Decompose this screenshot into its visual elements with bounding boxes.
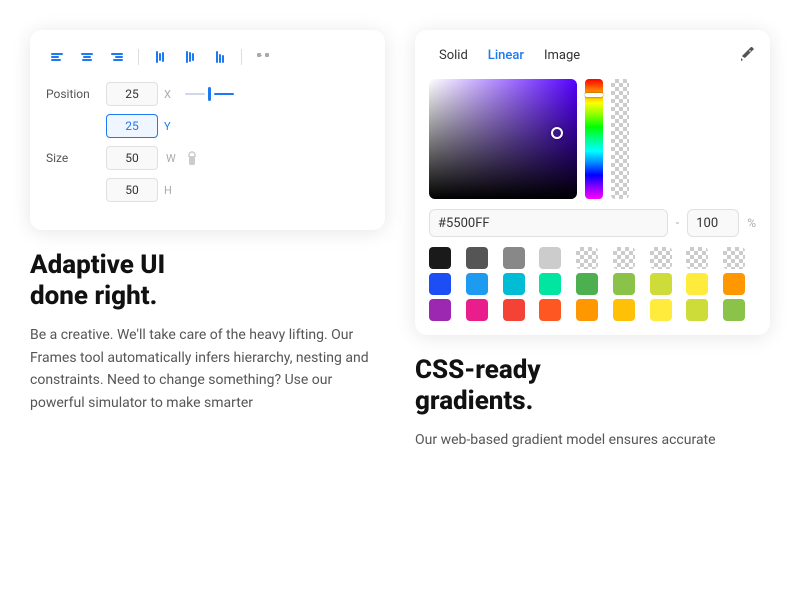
position-row: Position 25 X xyxy=(46,82,369,106)
css-heading-line1: CSS-ready xyxy=(415,355,541,385)
align-right-icon[interactable] xyxy=(106,46,128,68)
swatch-amber[interactable] xyxy=(613,299,635,321)
heading-line1: Adaptive UI xyxy=(30,250,165,280)
size-h-field: 50 H xyxy=(106,178,172,202)
eyedropper-button[interactable] xyxy=(738,45,756,67)
size-h-container xyxy=(208,146,218,170)
align-top-icon[interactable] xyxy=(149,46,171,68)
align-center-icon[interactable] xyxy=(76,46,98,68)
toolbar-separator-2 xyxy=(241,49,242,65)
align-bottom-icon[interactable] xyxy=(209,46,231,68)
lock-icon xyxy=(186,149,198,167)
position-align-visual xyxy=(185,87,234,101)
color-picker-box[interactable] xyxy=(429,79,577,199)
toolbar-icons xyxy=(46,46,369,68)
swatch-teal[interactable] xyxy=(539,273,561,295)
main-container: Position 25 X 25 xyxy=(0,0,800,600)
left-heading-text: Adaptive UI done right. xyxy=(30,250,385,312)
swatch-yellow[interactable] xyxy=(686,273,708,295)
swatch-transparent-1[interactable] xyxy=(576,247,598,269)
position-x-axis: X xyxy=(164,88,171,101)
swatch-orange-1[interactable] xyxy=(723,273,745,295)
left-body-text: Be a creative. We'll take care of the he… xyxy=(30,324,385,414)
swatch-dark-gray[interactable] xyxy=(466,247,488,269)
swatch-purple[interactable] xyxy=(429,299,451,321)
position-y-axis: Y xyxy=(164,120,171,133)
position-y-input[interactable]: 25 xyxy=(106,114,158,138)
swatch-deep-orange[interactable] xyxy=(539,299,561,321)
value-separator: - xyxy=(676,216,680,231)
tab-solid[interactable]: Solid xyxy=(429,44,478,67)
css-body-text: Our web-based gradient model ensures acc… xyxy=(415,429,770,451)
tab-linear[interactable]: Linear xyxy=(478,44,534,67)
size-h-axis: H xyxy=(164,184,172,197)
size-label: Size xyxy=(46,151,106,165)
swatch-transparent-3[interactable] xyxy=(650,247,672,269)
picker-cursor xyxy=(551,127,563,139)
swatch-transparent-4[interactable] xyxy=(686,247,708,269)
swatch-pink[interactable] xyxy=(466,299,488,321)
position-x-field: 25 X xyxy=(106,82,171,106)
size-fields: 50 W xyxy=(106,146,218,170)
size-w-axis: W xyxy=(166,152,176,165)
swatch-lime-2[interactable] xyxy=(686,299,708,321)
position-y-row: 25 Y xyxy=(46,114,369,138)
opacity-input[interactable]: 100 xyxy=(687,209,739,237)
swatch-transparent-5[interactable] xyxy=(723,247,745,269)
size-w-input[interactable]: 50 xyxy=(106,146,158,170)
ui-card: Position 25 X 25 xyxy=(30,30,385,230)
color-value-row: #5500FF - 100 % xyxy=(429,209,756,237)
css-heading-line2: gradients. xyxy=(415,386,533,416)
left-heading: Adaptive UI done right. Be a creative. W… xyxy=(30,250,385,414)
align-left-icon[interactable] xyxy=(46,46,68,68)
swatch-black[interactable] xyxy=(429,247,451,269)
size-h-row: 50 H xyxy=(46,178,369,202)
position-x-input[interactable]: 25 xyxy=(106,82,158,106)
swatch-red[interactable] xyxy=(503,299,525,321)
hex-input[interactable]: #5500FF xyxy=(429,209,668,237)
hue-slider[interactable] xyxy=(585,79,603,199)
opacity-unit: % xyxy=(747,216,756,230)
heading-line2: done right. xyxy=(30,281,157,311)
swatch-green-2[interactable] xyxy=(613,273,635,295)
gradient-area xyxy=(429,79,756,199)
swatch-mid-gray[interactable] xyxy=(503,247,525,269)
right-panel: Solid Linear Image xyxy=(415,30,770,580)
right-heading: CSS-ready gradients. Our web-based gradi… xyxy=(415,355,770,452)
color-tabs: Solid Linear Image xyxy=(429,44,756,67)
swatch-light-gray[interactable] xyxy=(539,247,561,269)
size-h-input[interactable]: 50 xyxy=(106,178,158,202)
tab-image[interactable]: Image xyxy=(534,44,590,67)
swatch-orange-2[interactable] xyxy=(576,299,598,321)
color-card: Solid Linear Image xyxy=(415,30,770,335)
position-y-field: 25 Y xyxy=(106,114,171,138)
swatch-yellow-2[interactable] xyxy=(650,299,672,321)
swatch-blue-1[interactable] xyxy=(429,273,451,295)
distribute-icon[interactable] xyxy=(252,46,274,68)
toolbar-separator-1 xyxy=(138,49,139,65)
swatch-lime[interactable] xyxy=(650,273,672,295)
hue-cursor xyxy=(585,93,603,97)
size-row: Size 50 W xyxy=(46,146,369,170)
swatch-cyan[interactable] xyxy=(503,273,525,295)
swatch-blue-2[interactable] xyxy=(466,273,488,295)
left-panel: Position 25 X 25 xyxy=(30,30,385,580)
opacity-slider[interactable] xyxy=(611,79,629,199)
swatch-green-1[interactable] xyxy=(576,273,598,295)
swatch-light-green[interactable] xyxy=(723,299,745,321)
align-middle-icon[interactable] xyxy=(179,46,201,68)
position-label: Position xyxy=(46,87,106,101)
swatch-transparent-2[interactable] xyxy=(613,247,635,269)
css-heading-text: CSS-ready gradients. xyxy=(415,355,770,417)
swatches-grid xyxy=(429,247,756,321)
